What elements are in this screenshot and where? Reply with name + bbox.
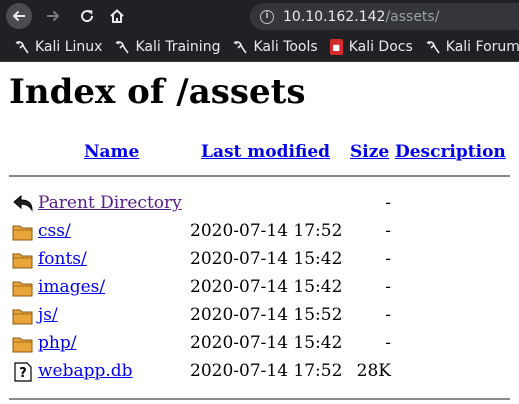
bookmarks-bar: Kali Linux Kali Training Kali Tools ■ Ka…	[0, 33, 519, 62]
entry-date: 2020-07-14 15:42	[190, 249, 343, 269]
forward-button[interactable]	[40, 3, 66, 29]
bookmark-kali-training[interactable]: Kali Training	[114, 39, 220, 55]
site-info-icon[interactable]: i	[260, 9, 274, 24]
folder-icon	[12, 337, 33, 353]
kali-dragon-icon	[116, 41, 130, 54]
column-header-size[interactable]: Size	[350, 142, 389, 162]
entry-link[interactable]: js/	[38, 305, 58, 325]
entry-size: -	[385, 193, 391, 213]
url-path: /assets/	[385, 8, 440, 25]
bookmark-kali-linux[interactable]: Kali Linux	[14, 39, 102, 55]
entry-link[interactable]: Parent Directory	[38, 193, 182, 213]
folder-icon	[12, 225, 33, 241]
parent-directory-icon	[13, 194, 33, 212]
home-icon	[110, 9, 124, 23]
table-row: js/ 2020-07-14 15:52 -	[0, 303, 519, 331]
bookmark-kali-forums[interactable]: Kali Forums	[425, 39, 519, 55]
table-row: Parent Directory -	[0, 191, 519, 219]
entry-size: -	[385, 249, 391, 269]
table-row: ? webapp.db 2020-07-14 17:52 28K	[0, 359, 519, 387]
table-row: php/ 2020-07-14 15:42 -	[0, 331, 519, 359]
entry-date: 2020-07-14 15:52	[190, 305, 343, 325]
folder-icon	[12, 281, 33, 297]
home-button[interactable]	[104, 3, 130, 29]
reload-icon	[81, 10, 94, 23]
kali-dragon-icon	[426, 41, 440, 54]
entry-link[interactable]: php/	[38, 333, 76, 353]
kali-dragon-icon	[234, 41, 248, 54]
unknown-file-icon: ?	[14, 362, 32, 382]
column-header-last-modified[interactable]: Last modified	[201, 142, 330, 162]
table-row: css/ 2020-07-14 17:52 -	[0, 219, 519, 247]
kali-docs-icon: ■	[329, 39, 343, 55]
bookmark-label: Kali Forums	[445, 39, 519, 55]
table-row: fonts/ 2020-07-14 15:42 -	[0, 247, 519, 275]
entry-date: 2020-07-14 15:42	[190, 333, 343, 353]
reload-button[interactable]	[74, 3, 100, 29]
bookmark-label: Kali Tools	[253, 39, 318, 55]
kali-dragon-icon	[15, 41, 29, 54]
entry-size: -	[385, 305, 391, 325]
page-title: Index of /assets	[9, 72, 306, 112]
entry-size: -	[385, 333, 391, 353]
folder-icon	[12, 253, 33, 269]
entry-date: 2020-07-14 15:42	[190, 277, 343, 297]
column-header-description[interactable]: Description	[395, 142, 506, 162]
entry-size: -	[385, 277, 391, 297]
table-row: images/ 2020-07-14 15:42 -	[0, 275, 519, 303]
footer-divider	[9, 398, 510, 400]
header-divider	[9, 175, 510, 177]
entry-date: 2020-07-14 17:52	[190, 221, 343, 241]
svg-text:?: ?	[19, 366, 27, 381]
folder-icon	[12, 309, 33, 325]
forward-arrow-icon	[47, 10, 60, 22]
entry-link[interactable]: css/	[38, 221, 71, 241]
address-bar[interactable]: i 10.10.162.142/assets/	[250, 3, 519, 30]
bookmark-label: Kali Docs	[348, 39, 413, 55]
entry-size: -	[385, 221, 391, 241]
bookmark-kali-tools[interactable]: Kali Tools	[232, 39, 318, 55]
column-header-name[interactable]: Name	[84, 142, 139, 162]
entry-link[interactable]: fonts/	[38, 249, 87, 269]
url-host: 10.10.162.142	[283, 8, 386, 25]
bookmark-label: Kali Training	[135, 39, 221, 55]
browser-toolbar: i 10.10.162.142/assets/	[0, 0, 519, 33]
back-button[interactable]	[6, 3, 32, 29]
entry-date: 2020-07-14 17:52	[190, 361, 343, 381]
bookmark-label: Kali Linux	[35, 39, 103, 55]
back-arrow-icon	[12, 10, 25, 22]
bookmark-kali-docs[interactable]: ■ Kali Docs	[329, 39, 413, 55]
entry-size: 28K	[356, 361, 391, 381]
entry-link[interactable]: images/	[38, 277, 105, 297]
entry-link[interactable]: webapp.db	[38, 361, 133, 381]
